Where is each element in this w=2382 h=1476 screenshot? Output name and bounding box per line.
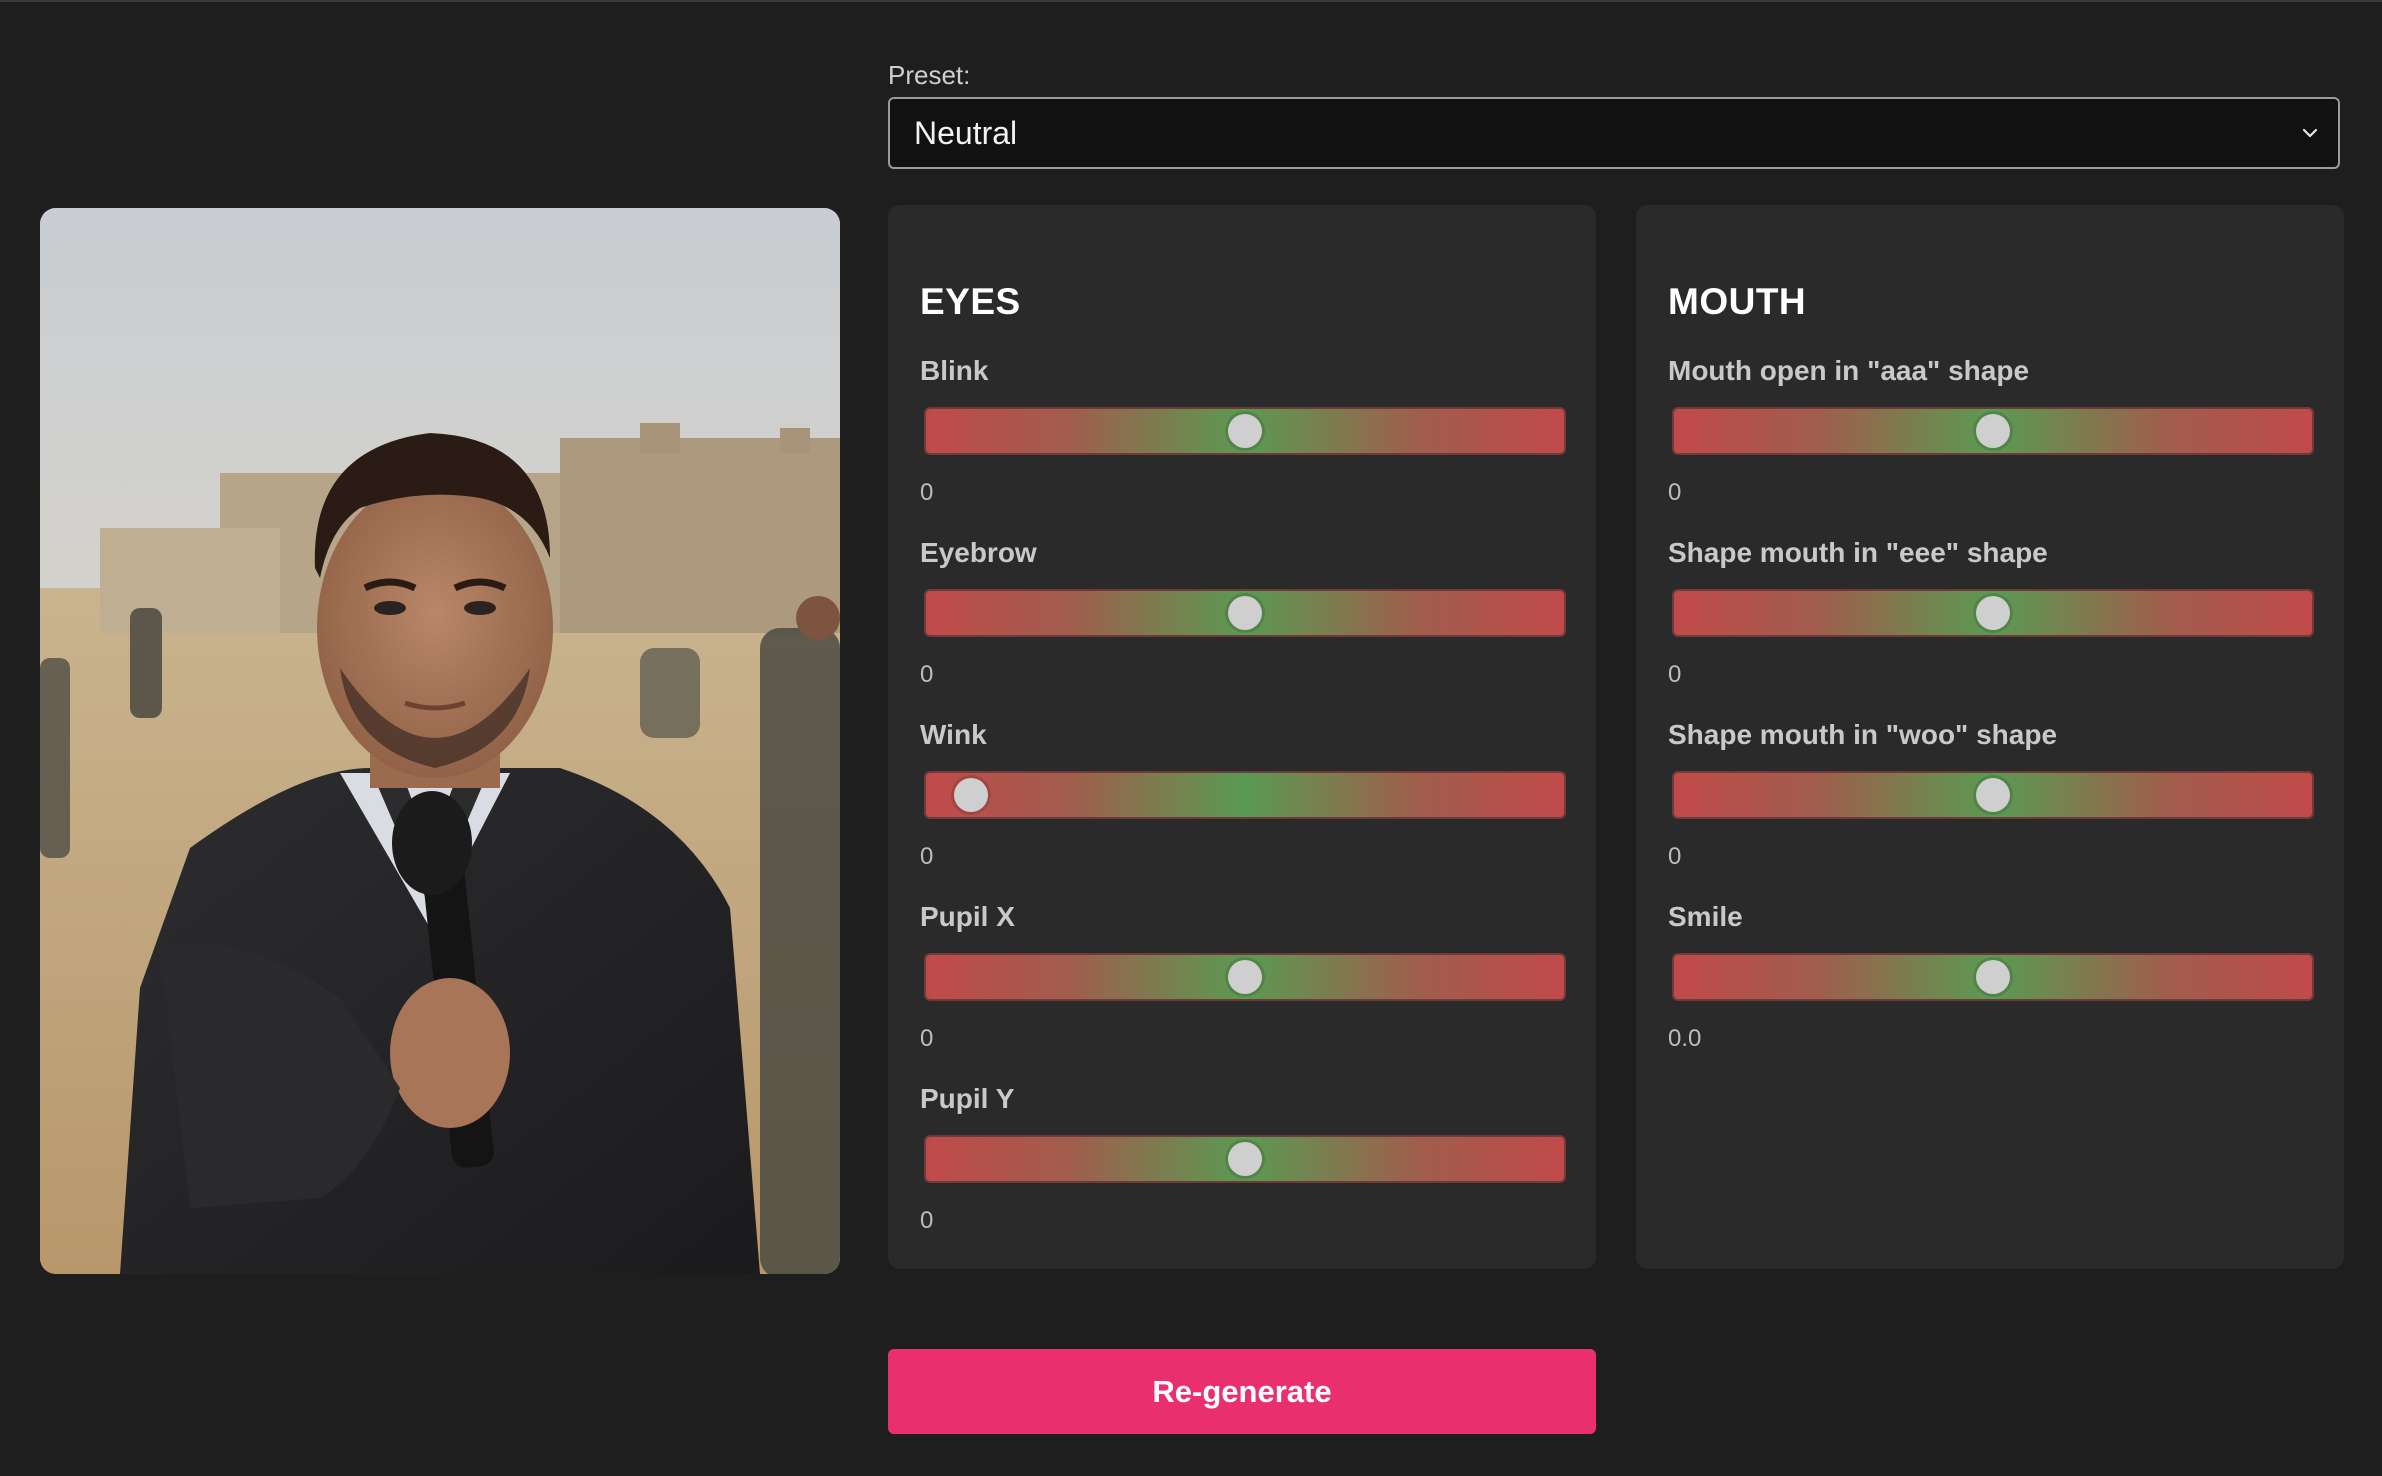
eyebrow-slider[interactable] [924, 589, 1566, 637]
smile-label: Smile [1668, 901, 1743, 932]
mouth-eee-slider[interactable] [1672, 589, 2314, 637]
mouth-eee-label: Shape mouth in "eee" shape [1668, 537, 2048, 568]
regenerate-button[interactable]: Re-generate [888, 1349, 1596, 1434]
portrait-image [40, 208, 840, 1274]
pupil-y-value: 0 [920, 1207, 934, 1234]
smile-slider-thumb[interactable] [1976, 960, 2010, 994]
blink-value: 0 [920, 479, 934, 506]
eyebrow-label: Eyebrow [920, 537, 1037, 568]
wink-slider[interactable] [924, 771, 1566, 819]
mouth-woo-slider-thumb[interactable] [1976, 778, 2010, 812]
pupil-x-slider[interactable] [924, 953, 1566, 1001]
chevron-down-icon [2302, 128, 2318, 138]
preset-dropdown[interactable]: Neutral [888, 97, 2340, 169]
blink-slider-thumb[interactable] [1228, 414, 1262, 448]
blink-slider[interactable] [924, 407, 1566, 455]
smile-slider[interactable] [1672, 953, 2314, 1001]
mouth-aaa-value: 0 [1668, 479, 1682, 506]
pupil-y-label: Pupil Y [920, 1083, 1015, 1114]
preset-selected-value: Neutral [914, 114, 1018, 151]
preset-label: Preset: [888, 60, 971, 90]
mouth-woo-slider[interactable] [1672, 771, 2314, 819]
smile-value: 0.0 [1668, 1025, 1702, 1052]
blink-label: Blink [920, 355, 989, 386]
mouth-aaa-slider-thumb[interactable] [1976, 414, 2010, 448]
mouth-eee-slider-thumb[interactable] [1976, 596, 2010, 630]
top-divider [0, 0, 2382, 2]
wink-slider-thumb[interactable] [953, 778, 988, 812]
mouth-woo-value: 0 [1668, 843, 1682, 870]
pupil-x-value: 0 [920, 1025, 934, 1052]
mouth-eee-value: 0 [1668, 661, 1682, 688]
mouth-woo-label: Shape mouth in "woo" shape [1668, 719, 2058, 750]
mouth-aaa-slider[interactable] [1672, 407, 2314, 455]
eyes-panel-title: EYES [920, 281, 1021, 322]
pupil-y-slider-thumb[interactable] [1228, 1142, 1262, 1176]
pupil-x-slider-thumb[interactable] [1228, 960, 1262, 994]
wink-value: 0 [920, 843, 934, 870]
eyebrow-slider-thumb[interactable] [1228, 596, 1262, 630]
pupil-y-slider[interactable] [924, 1135, 1566, 1183]
mouth-aaa-label: Mouth open in "aaa" shape [1668, 355, 2030, 386]
eyebrow-value: 0 [920, 661, 934, 688]
mouth-panel: MOUTH Mouth open in "aaa" shape 0 Shape … [1636, 205, 2344, 1269]
wink-label: Wink [920, 719, 987, 750]
mouth-panel-title: MOUTH [1668, 281, 1807, 322]
pupil-x-label: Pupil X [920, 901, 1015, 932]
eyes-panel: EYES Blink 0 Eyebrow 0 Wink 0 Pupil X 0 … [888, 205, 1596, 1269]
portrait-illustration [40, 208, 840, 1274]
